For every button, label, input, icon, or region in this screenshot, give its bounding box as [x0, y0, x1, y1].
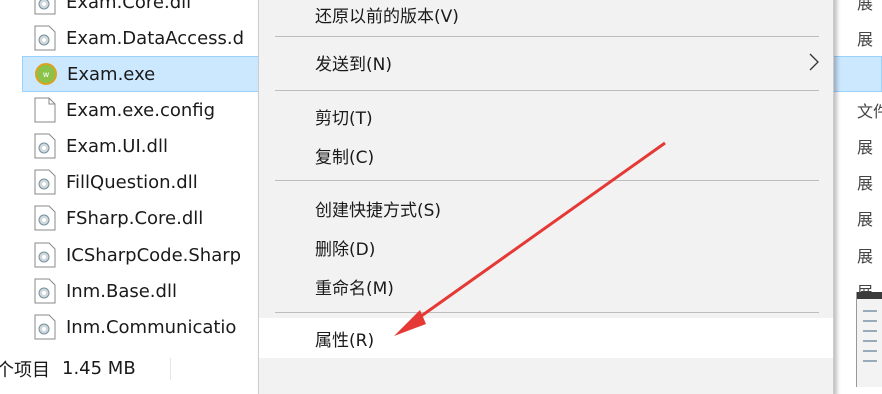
exe-app-icon: w [35, 61, 57, 87]
dll-file-icon [34, 242, 56, 268]
thumbnail-line [863, 310, 877, 312]
menu-item-label: 重命名(M) [315, 278, 394, 299]
menu-item-label: 复制(C) [315, 147, 375, 168]
item-count: 个项目 [0, 359, 50, 381]
dll-file-icon [34, 169, 56, 195]
thumbnail-preview [856, 292, 882, 387]
status-divider [170, 358, 171, 380]
context-menu: 还原以前的版本(V) 发送到(N) 剪切(T) 复制(C) 创建快捷方式(S) … [258, 0, 834, 394]
file-name: FillQuestion.dll [66, 171, 198, 193]
file-type: 展 [857, 138, 874, 157]
menu-item-copy[interactable]: 复制(C) [259, 135, 833, 175]
menu-separator [275, 36, 819, 37]
menu-item-rename[interactable]: 重命名(M) [259, 266, 833, 306]
menu-item-restore-previous-versions[interactable]: 还原以前的版本(V) [259, 0, 833, 34]
file-name: Exam.UI.dll [66, 135, 168, 157]
menu-separator [275, 90, 819, 91]
thumbnail-line [863, 340, 877, 342]
file-name: ICSharpCode.Sharp [66, 244, 242, 266]
thumbnail-line [863, 350, 877, 352]
file-name: Exam.Core.dll [66, 0, 192, 13]
file-name: FSharp.Core.dll [66, 207, 204, 229]
thumbnail-line [863, 320, 877, 322]
file-type: 展 [857, 30, 874, 49]
file-type: 展 [857, 247, 874, 266]
menu-item-properties[interactable]: 属性(R) [259, 318, 833, 358]
menu-item-label: 属性(R) [315, 330, 375, 351]
file-name: Exam.exe [67, 63, 156, 85]
thumbnail-titlebar [857, 292, 882, 299]
svg-text:w: w [43, 70, 50, 79]
dll-file-icon [34, 133, 56, 159]
menu-item-label: 剪切(T) [315, 108, 373, 129]
thumbnail-line [863, 330, 877, 332]
file-name: Inm.Base.dll [66, 280, 177, 302]
dll-file-icon [34, 25, 56, 51]
menu-item-delete[interactable]: 删除(D) [259, 227, 833, 267]
blank-file-icon [34, 97, 56, 123]
dll-file-icon [34, 0, 56, 15]
file-type: 展 [857, 174, 874, 193]
file-type: 文件 [857, 102, 882, 121]
dll-file-icon [34, 278, 56, 304]
menu-item-label: 还原以前的版本(V) [315, 6, 459, 27]
file-name: Exam.DataAccess.d [66, 27, 245, 49]
menu-item-send-to[interactable]: 发送到(N) [259, 42, 833, 82]
menu-item-label: 删除(D) [315, 239, 376, 260]
file-name: Inm.Communicatio [66, 316, 237, 338]
dll-file-icon [34, 205, 56, 231]
chevron-right-icon [809, 53, 819, 71]
menu-separator [275, 312, 819, 313]
menu-item-create-shortcut[interactable]: 创建快捷方式(S) [259, 188, 833, 228]
thumbnail-line [863, 360, 877, 362]
dll-file-icon [34, 314, 56, 340]
file-type: 展 [857, 0, 874, 13]
menu-item-cut[interactable]: 剪切(T) [259, 96, 833, 136]
file-type: 展 [857, 210, 874, 229]
menu-separator [275, 180, 819, 181]
menu-item-label: 发送到(N) [315, 54, 392, 75]
menu-item-label: 创建快捷方式(S) [315, 200, 442, 221]
selection-size: 1.45 MB [62, 358, 136, 379]
file-name: Exam.exe.config [66, 99, 216, 121]
